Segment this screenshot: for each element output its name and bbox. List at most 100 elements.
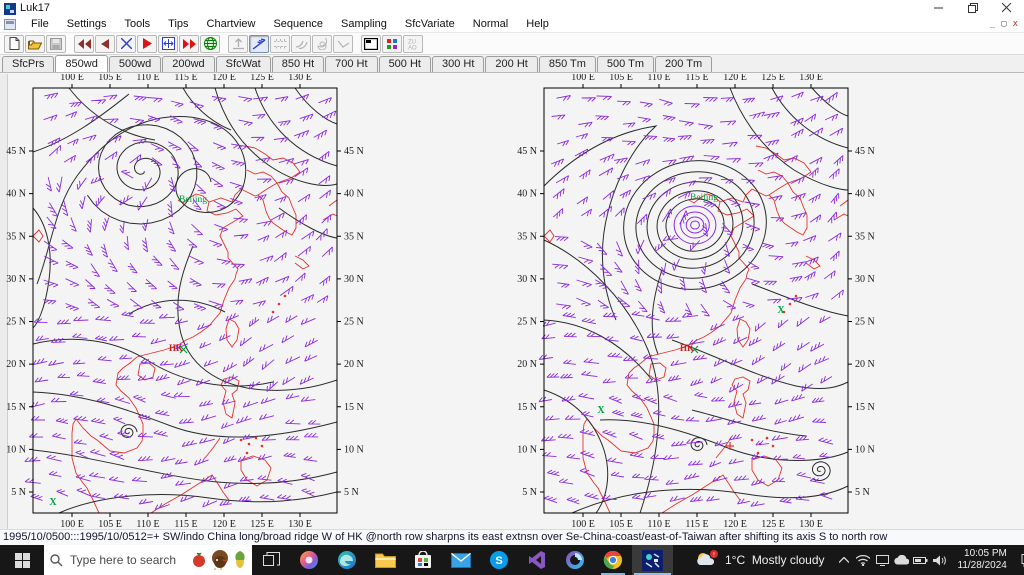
spiral-button[interactable]: [312, 34, 332, 53]
tab-850-ht[interactable]: 850 Ht: [271, 56, 325, 72]
taskbar-app-mail[interactable]: [442, 545, 480, 575]
taskbar-clock[interactable]: 10:05 PM 11/28/2024: [949, 548, 1014, 572]
seek-start-button[interactable]: [74, 34, 94, 53]
tab-700-ht[interactable]: 700 Ht: [325, 56, 378, 72]
weather-temp: 1°C: [725, 553, 746, 567]
svg-text:10 N: 10 N: [344, 444, 364, 455]
tray-wifi-icon[interactable]: [854, 545, 873, 575]
mdi-close-button[interactable]: x: [1013, 19, 1018, 29]
svg-text:105 E: 105 E: [609, 74, 633, 83]
tray-volume-icon[interactable]: [930, 545, 949, 575]
tab-850-tm[interactable]: 850 Tm: [538, 56, 596, 72]
taskbar-app-edge[interactable]: [328, 545, 366, 575]
svg-text:20 N: 20 N: [517, 359, 537, 370]
tab-200wd[interactable]: 200wd: [162, 56, 215, 72]
maximize-button[interactable]: [956, 0, 990, 16]
svg-text:130 E: 130 E: [288, 519, 312, 529]
tray-battery-icon[interactable]: [911, 545, 930, 575]
menu-tips[interactable]: Tips: [159, 17, 197, 31]
sweep-button[interactable]: [291, 34, 311, 53]
loop-icon: [566, 551, 584, 569]
svg-text:35 N: 35 N: [855, 231, 875, 242]
grid-button[interactable]: [270, 34, 290, 53]
taskbar-app-chrome[interactable]: [594, 545, 632, 575]
close-button[interactable]: [990, 0, 1024, 16]
visual-studio-icon: [529, 551, 545, 569]
open-button[interactable]: [25, 34, 45, 53]
globe-button[interactable]: [200, 34, 220, 53]
streamline-maps[interactable]: 100 E 100 E 105 E 105 E 110 E 110 E 115 E 115 E…: [0, 74, 1024, 529]
svg-text:120 E: 120 E: [212, 519, 236, 529]
taskbar-app-skype[interactable]: S: [480, 545, 518, 575]
palette-button[interactable]: [382, 34, 402, 53]
tab-sfcwat[interactable]: SfcWat: [215, 56, 271, 72]
menu-sequence[interactable]: Sequence: [264, 17, 332, 31]
menu-settings[interactable]: Settings: [58, 17, 116, 31]
taskbar-app-file-explorer[interactable]: [366, 545, 404, 575]
menu-tools[interactable]: Tools: [115, 17, 159, 31]
new-button[interactable]: [4, 34, 24, 53]
weather-widget[interactable]: ! 1°C Mostly cloudy: [685, 545, 835, 575]
tray-onedrive-icon[interactable]: [892, 545, 911, 575]
svg-text:5 N: 5 N: [11, 487, 26, 498]
document-icon: [4, 18, 16, 30]
taskbar-app-luk17[interactable]: [632, 545, 673, 575]
map-panel-left[interactable]: 100 E 100 E 105 E 105 E 110 E 110 E 115 E 115 E…: [6, 74, 363, 529]
minimize-button[interactable]: [922, 0, 956, 16]
mdi-minimize-button[interactable]: _: [990, 19, 995, 29]
fast-forward-button[interactable]: [179, 34, 199, 53]
svg-text:40 N: 40 N: [855, 189, 875, 200]
svg-text:120 E: 120 E: [723, 519, 747, 529]
tab-500wd[interactable]: 500wd: [108, 56, 162, 72]
zu-ao-button[interactable]: ZU AO: [403, 34, 423, 53]
taskbar-app-visual-studio[interactable]: [518, 545, 556, 575]
svg-text:15 N: 15 N: [6, 402, 26, 413]
upper-air-button[interactable]: [228, 34, 248, 53]
svg-text:110 E: 110 E: [136, 519, 159, 529]
menu-sfcvariate[interactable]: SfcVariate: [396, 17, 464, 31]
app-icon: [4, 2, 16, 15]
svg-text:10 N: 10 N: [6, 444, 26, 455]
mdi-restore-button[interactable]: ▢: [1001, 19, 1006, 29]
tab-200-tm[interactable]: 200 Tm: [655, 56, 713, 72]
wind-barb-button[interactable]: [249, 34, 269, 53]
play-button[interactable]: [137, 34, 157, 53]
tab-500-tm[interactable]: 500 Tm: [596, 56, 655, 72]
tray-chevron-up-icon[interactable]: [835, 545, 854, 575]
tab-sfcprs[interactable]: SfcPrs: [2, 56, 55, 72]
task-view-button[interactable]: [252, 545, 290, 575]
frame-view-button[interactable]: [158, 34, 178, 53]
taskbar-app-copilot[interactable]: [290, 545, 328, 575]
tab-850wd[interactable]: 850wd: [55, 55, 108, 72]
tray-display-icon[interactable]: [873, 545, 892, 575]
layout-button[interactable]: [361, 34, 381, 53]
tab-500-ht[interactable]: 500 Ht: [378, 56, 431, 72]
taskbar-app-loop[interactable]: [556, 545, 594, 575]
start-button[interactable]: [0, 545, 44, 575]
step-back-button[interactable]: [95, 34, 115, 53]
svg-text:25 N: 25 N: [344, 317, 364, 328]
map-frame: [543, 87, 849, 514]
svg-text:30 N: 30 N: [344, 274, 364, 285]
map-panel-right[interactable]: 100 E 100 E 105 E 105 E 110 E 110 E 115 E 115 E…: [517, 74, 874, 529]
menu-help[interactable]: Help: [517, 17, 558, 31]
svg-text:125 E: 125 E: [250, 74, 274, 83]
search-input[interactable]: Type here to search: [44, 545, 252, 575]
inner-rings: [673, 205, 717, 245]
taskbar-app-store[interactable]: [404, 545, 442, 575]
tab-300-ht[interactable]: 300 Ht: [431, 56, 485, 72]
close-x-button[interactable]: [116, 34, 136, 53]
track-button[interactable]: [333, 34, 353, 53]
svg-text:45 N: 45 N: [344, 146, 364, 157]
x-marker: X: [597, 405, 605, 416]
menu-file[interactable]: File: [22, 17, 58, 31]
action-center-button[interactable]: 1: [1014, 545, 1024, 575]
menu-normal[interactable]: Normal: [464, 17, 517, 31]
save-button[interactable]: [46, 34, 66, 53]
svg-text:5 N: 5 N: [522, 487, 537, 498]
menu-sampling[interactable]: Sampling: [332, 17, 396, 31]
menu-chartview[interactable]: Chartview: [198, 17, 265, 31]
toolbar: ZU AO: [0, 33, 1024, 55]
search-icon: [50, 553, 63, 566]
tab-200-ht[interactable]: 200 Ht: [485, 56, 538, 72]
